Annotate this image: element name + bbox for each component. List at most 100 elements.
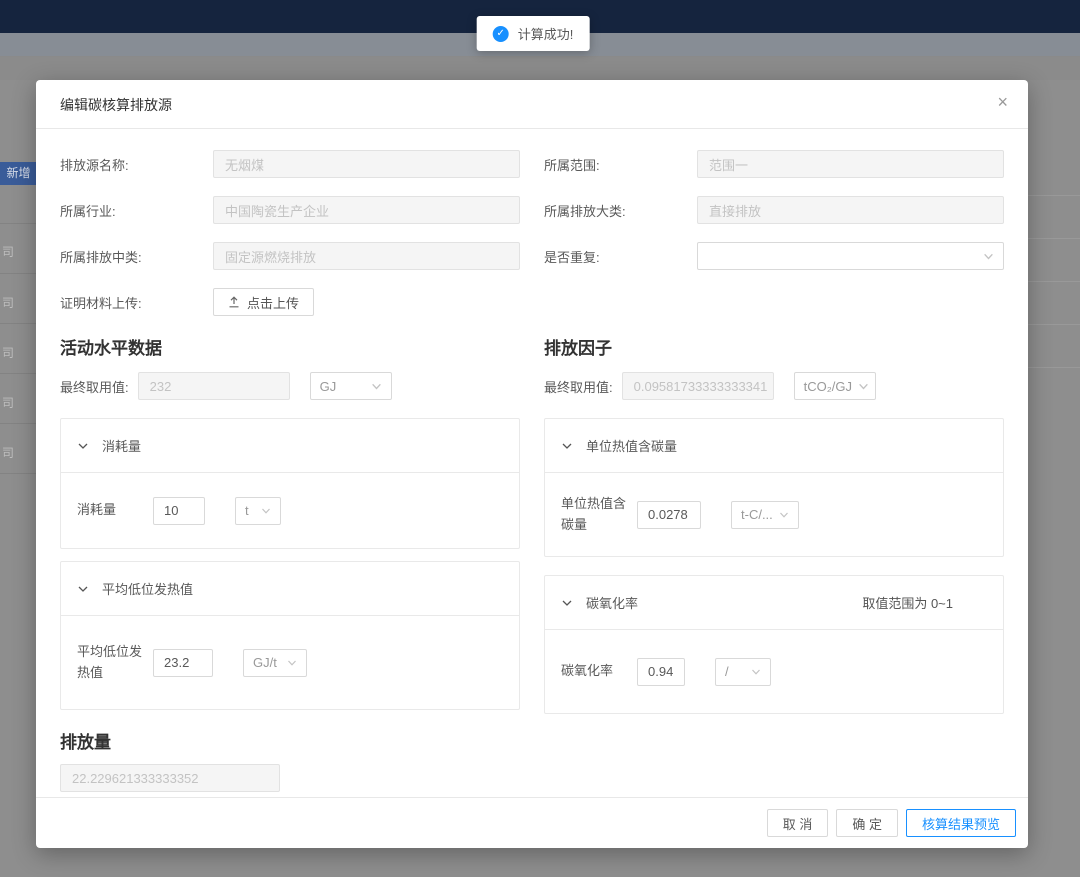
collapse-chevron-icon bbox=[77, 440, 89, 452]
consumption-panel-header[interactable]: 消耗量 bbox=[61, 419, 519, 473]
emission-factor-section: 排放因子 最终取用值: 0.09581733333333341 tCO₂/GJ bbox=[544, 334, 1004, 714]
emission-amount-field: 22.229621333333352 bbox=[60, 764, 280, 792]
is-duplicate-label: 是否重复: bbox=[544, 247, 697, 266]
consumption-unit-value: t bbox=[245, 503, 249, 518]
dialog-title: 编辑碳核算排放源 bbox=[60, 97, 172, 113]
activity-data-section: 活动水平数据 最终取用值: 232 GJ bbox=[60, 334, 520, 714]
scope-label: 所属范围: bbox=[544, 155, 697, 174]
factor-final-value-field: 0.09581733333333341 bbox=[622, 372, 774, 400]
table-row: 司 bbox=[2, 294, 34, 311]
chevron-down-icon bbox=[779, 510, 789, 520]
activity-section-title: 活动水平数据 bbox=[60, 334, 520, 359]
upload-button[interactable]: 点击上传 bbox=[213, 288, 314, 316]
row-divider bbox=[1028, 367, 1080, 368]
activity-unit-select[interactable]: GJ bbox=[310, 372, 392, 400]
page-toolbar-dimmed bbox=[0, 57, 1080, 80]
oxidation-rate-panel-header[interactable]: 碳氧化率 取值范围为 0~1 bbox=[545, 576, 1003, 630]
source-name-field: 无烟煤 bbox=[213, 150, 520, 178]
major-category-field: 直接排放 bbox=[697, 196, 1004, 224]
row-divider bbox=[0, 273, 36, 274]
industry-field: 中国陶瓷生产企业 bbox=[213, 196, 520, 224]
is-duplicate-select[interactable] bbox=[697, 242, 1004, 270]
row-divider bbox=[0, 323, 36, 324]
carbon-content-panel-header[interactable]: 单位热值含碳量 bbox=[545, 419, 1003, 473]
cancel-button[interactable]: 取 消 bbox=[767, 809, 829, 837]
collapse-chevron-icon bbox=[561, 440, 573, 452]
heating-value-unit-value: GJ/t bbox=[253, 655, 277, 670]
toast-message: 计算成功! bbox=[518, 24, 574, 43]
scope-field: 范围一 bbox=[697, 150, 1004, 178]
oxidation-rate-panel-title: 碳氧化率 bbox=[586, 593, 638, 612]
upload-label: 证明材料上传: bbox=[60, 293, 213, 312]
dialog-body: 排放源名称: 无烟煤 所属范围: 范围一 所属行业: 中国陶瓷生产企业 所属排放… bbox=[36, 129, 1028, 797]
activity-final-value-field: 232 bbox=[138, 372, 290, 400]
oxidation-rate-row-label: 碳氧化率 bbox=[561, 661, 633, 681]
oxidation-range-note: 取值范围为 0~1 bbox=[862, 593, 953, 612]
consumption-row-label: 消耗量 bbox=[77, 500, 149, 520]
table-row: 司 bbox=[2, 243, 34, 260]
heating-value-row-label: 平均低位发热值 bbox=[77, 642, 149, 682]
row-divider bbox=[1028, 281, 1080, 282]
row-divider bbox=[1028, 324, 1080, 325]
upload-button-label: 点击上传 bbox=[247, 293, 299, 312]
carbon-content-row-label: 单位热值含碳量 bbox=[561, 494, 633, 534]
carbon-content-panel-title: 单位热值含碳量 bbox=[586, 436, 677, 455]
major-category-label: 所属排放大类: bbox=[544, 201, 697, 220]
factor-unit-value: tCO₂/GJ bbox=[804, 379, 852, 394]
source-name-label: 排放源名称: bbox=[60, 155, 213, 174]
oxidation-rate-input[interactable]: 0.94 bbox=[637, 658, 685, 686]
dialog-header: 编辑碳核算排放源 × bbox=[36, 80, 1028, 129]
heating-value-panel: 平均低位发热值 平均低位发热值 23.2 GJ/t bbox=[60, 561, 520, 710]
heating-value-unit-select[interactable]: GJ/t bbox=[243, 649, 307, 677]
oxidation-rate-unit-value: / bbox=[725, 664, 729, 679]
chevron-down-icon bbox=[287, 658, 297, 668]
chevron-down-icon bbox=[371, 381, 382, 392]
factor-section-title: 排放因子 bbox=[544, 334, 1004, 359]
collapse-chevron-icon bbox=[561, 597, 573, 609]
activity-final-label: 最终取用值: bbox=[60, 377, 129, 396]
table-row: 司 bbox=[2, 444, 34, 461]
carbon-content-input[interactable]: 0.0278 bbox=[637, 501, 701, 529]
chevron-down-icon bbox=[261, 506, 271, 516]
heating-value-input[interactable]: 23.2 bbox=[153, 649, 213, 677]
oxidation-rate-unit-select[interactable]: / bbox=[715, 658, 771, 686]
result-preview-button[interactable]: 核算结果预览 bbox=[906, 809, 1016, 837]
row-divider bbox=[0, 423, 36, 424]
activity-unit-value: GJ bbox=[320, 379, 337, 394]
row-divider bbox=[1028, 238, 1080, 239]
dialog-footer: 取 消 确 定 核算结果预览 bbox=[36, 797, 1028, 848]
factor-unit-select[interactable]: tCO₂/GJ bbox=[794, 372, 876, 400]
carbon-content-panel: 单位热值含碳量 单位热值含碳量 0.0278 t-C/... bbox=[544, 418, 1004, 557]
table-row: 司 bbox=[2, 344, 34, 361]
mid-category-label: 所属排放中类: bbox=[60, 247, 213, 266]
chevron-down-icon bbox=[751, 667, 761, 677]
success-toast: ✓ 计算成功! bbox=[477, 16, 590, 51]
consumption-input[interactable]: 10 bbox=[153, 497, 205, 525]
mid-category-field: 固定源燃烧排放 bbox=[213, 242, 520, 270]
emission-amount-title: 排放量 bbox=[60, 728, 1004, 753]
row-divider bbox=[0, 223, 36, 224]
consumption-unit-select[interactable]: t bbox=[235, 497, 281, 525]
edit-emission-source-dialog: 编辑碳核算排放源 × 排放源名称: 无烟煤 所属范围: 范围一 所属行业: 中国… bbox=[36, 80, 1028, 848]
success-check-icon: ✓ bbox=[493, 26, 509, 42]
oxidation-rate-panel: 碳氧化率 取值范围为 0~1 碳氧化率 0.94 / bbox=[544, 575, 1004, 714]
factor-final-label: 最终取用值: bbox=[544, 377, 613, 396]
chevron-down-icon bbox=[983, 251, 994, 262]
collapse-chevron-icon bbox=[77, 583, 89, 595]
carbon-content-unit-select[interactable]: t-C/... bbox=[731, 501, 799, 529]
heating-value-panel-title: 平均低位发热值 bbox=[102, 579, 193, 598]
consumption-panel-title: 消耗量 bbox=[102, 436, 141, 455]
heating-value-panel-header[interactable]: 平均低位发热值 bbox=[61, 562, 519, 616]
close-icon[interactable]: × bbox=[997, 92, 1008, 112]
table-row: 司 bbox=[2, 394, 34, 411]
carbon-content-unit-value: t-C/... bbox=[741, 507, 773, 522]
chevron-down-icon bbox=[858, 381, 869, 392]
row-divider bbox=[0, 373, 36, 374]
upload-icon bbox=[228, 296, 240, 308]
industry-label: 所属行业: bbox=[60, 201, 213, 220]
add-button-background: 新增 bbox=[0, 162, 37, 185]
row-divider bbox=[0, 473, 36, 474]
row-divider bbox=[1028, 195, 1080, 196]
consumption-panel: 消耗量 消耗量 10 t bbox=[60, 418, 520, 549]
confirm-button[interactable]: 确 定 bbox=[836, 809, 898, 837]
